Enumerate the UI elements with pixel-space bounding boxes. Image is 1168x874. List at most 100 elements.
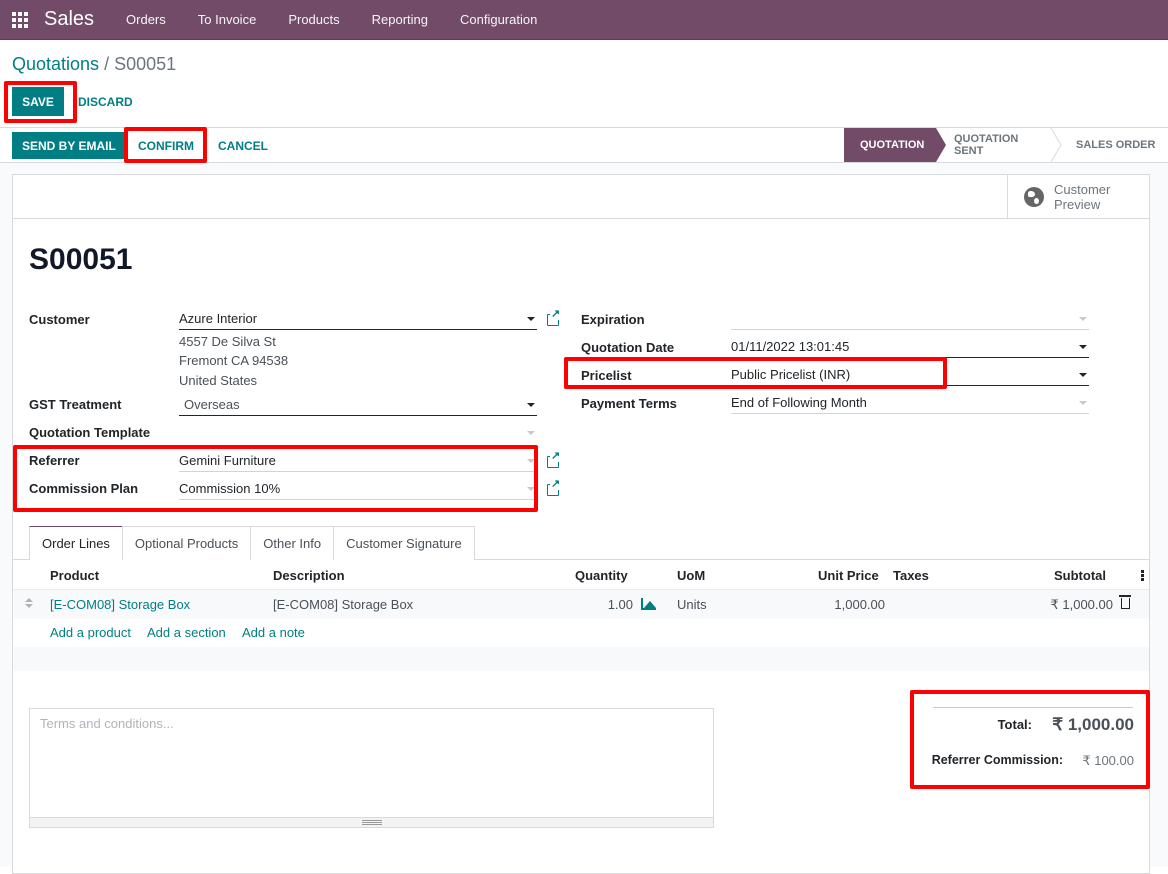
row-product[interactable]: [E-COM08] Storage Box — [50, 597, 190, 612]
customer-address-line2: Fremont CA 94538 — [179, 353, 289, 368]
referrer-value: Gemini Furniture — [179, 453, 276, 468]
customer-preview-line2: Preview — [1054, 196, 1101, 212]
gst-treatment-value: Overseas — [184, 397, 240, 412]
menu-reporting[interactable]: Reporting — [356, 12, 444, 27]
chevron-down-icon[interactable] — [527, 431, 535, 435]
chevron-down-icon[interactable] — [1079, 373, 1087, 377]
pricelist-label: Pricelist — [581, 368, 632, 383]
chevron-down-icon[interactable] — [1079, 317, 1087, 321]
col-product[interactable]: Product — [50, 568, 99, 583]
customer-label: Customer — [29, 312, 90, 327]
menu-products[interactable]: Products — [272, 12, 355, 27]
stage-sales-order-label: SALES ORDER — [1076, 139, 1156, 151]
terms-and-conditions-input[interactable]: Terms and conditions... — [29, 708, 714, 828]
chevron-down-icon[interactable] — [1079, 345, 1087, 349]
chevron-down-icon[interactable] — [527, 317, 535, 321]
menu-to-invoice[interactable]: To Invoice — [182, 12, 273, 27]
customer-field[interactable]: Azure Interior — [179, 308, 537, 330]
customer-preview-button[interactable]: Customer Preview — [1007, 175, 1149, 218]
payment-terms-label: Payment Terms — [581, 396, 677, 411]
stage-quotation-sent-label: QUOTATION SENT — [954, 133, 1019, 157]
customer-preview-line1: Customer — [1054, 181, 1111, 197]
tab-optional-products[interactable]: Optional Products — [121, 526, 252, 560]
external-link-icon[interactable] — [547, 451, 561, 468]
forecast-chart-icon[interactable] — [641, 598, 656, 610]
tab-other-info[interactable]: Other Info — [250, 526, 335, 560]
discard-button[interactable]: DISCARD — [70, 87, 141, 116]
totals-divider — [933, 707, 1133, 708]
col-taxes[interactable]: Taxes — [893, 568, 929, 583]
total-value: ₹ 1,000.00 — [1052, 715, 1134, 734]
form-sheet: Customer Preview S00051 Customer Azure I… — [12, 174, 1150, 874]
resize-handle[interactable] — [30, 817, 713, 827]
add-note-link[interactable]: Add a note — [242, 625, 305, 640]
row-subtotal: ₹ 1,000.00 — [1050, 597, 1114, 612]
stage-quotation[interactable]: QUOTATION — [844, 128, 946, 162]
external-link-icon[interactable] — [547, 479, 561, 496]
row-unit-price[interactable]: 1,000.00 — [834, 597, 885, 612]
gst-treatment-select[interactable]: Overseas — [179, 394, 537, 416]
apps-menu-icon[interactable] — [0, 2, 40, 38]
referrer-commission-value: ₹ 100.00 — [1082, 753, 1134, 768]
menu-configuration[interactable]: Configuration — [444, 12, 553, 27]
referrer-label: Referrer — [29, 453, 80, 468]
quotation-date-label: Quotation Date — [581, 340, 675, 355]
total-label: Total: — [997, 717, 1032, 732]
quotation-template-field[interactable] — [179, 422, 537, 444]
trash-icon[interactable] — [1119, 595, 1131, 609]
referrer-field[interactable]: Gemini Furniture — [179, 450, 537, 472]
customer-address-line1: 4557 De Silva St — [179, 334, 276, 349]
confirm-button[interactable]: CONFIRM — [130, 132, 202, 159]
commission-plan-value: Commission 10% — [179, 481, 281, 496]
commission-plan-field[interactable]: Commission 10% — [179, 478, 537, 500]
record-title: S00051 — [29, 243, 133, 276]
status-bar: SEND BY EMAIL CONFIRM CANCEL QUOTATION Q… — [0, 127, 1168, 163]
add-section-link[interactable]: Add a section — [147, 625, 226, 640]
chevron-down-icon[interactable] — [527, 403, 535, 407]
stage-sales-order[interactable]: SALES ORDER — [1056, 128, 1168, 162]
expiration-field[interactable] — [731, 308, 1089, 330]
app-name[interactable]: Sales — [44, 8, 94, 31]
save-button[interactable]: SAVE — [12, 87, 64, 116]
menu-orders[interactable]: Orders — [110, 12, 182, 27]
top-navbar: Sales Orders To Invoice Products Reporti… — [0, 0, 1168, 40]
breadcrumb: Quotations / S00051 — [12, 54, 176, 75]
quotation-date-field[interactable]: 01/11/2022 13:01:45 — [731, 336, 1089, 358]
chevron-down-icon[interactable] — [1079, 401, 1087, 405]
col-unit-price[interactable]: Unit Price — [818, 568, 879, 583]
payment-terms-value: End of Following Month — [731, 395, 867, 410]
breadcrumb-current: S00051 — [114, 54, 177, 74]
stage-pipeline: QUOTATION QUOTATION SENT SALES ORDER — [844, 128, 1168, 162]
quotation-date-value: 01/11/2022 13:01:45 — [731, 339, 850, 354]
payment-terms-field[interactable]: End of Following Month — [731, 392, 1089, 414]
drag-handle-icon[interactable] — [25, 598, 33, 610]
commission-plan-label: Commission Plan — [29, 481, 139, 496]
external-link-icon[interactable] — [547, 309, 561, 326]
add-product-link[interactable]: Add a product — [50, 625, 131, 640]
tab-order-lines[interactable]: Order Lines — [29, 526, 123, 560]
chevron-down-icon[interactable] — [527, 459, 535, 463]
cancel-button[interactable]: CANCEL — [210, 132, 276, 159]
breadcrumb-separator: / — [99, 54, 115, 74]
expiration-label: Expiration — [581, 312, 645, 327]
stage-quotation-sent[interactable]: QUOTATION SENT — [936, 128, 1062, 162]
col-description[interactable]: Description — [273, 568, 345, 583]
notebook-tabs: Order Lines Optional Products Other Info… — [29, 526, 475, 560]
col-quantity[interactable]: Quantity — [575, 568, 628, 583]
optional-columns-icon[interactable] — [1141, 570, 1144, 582]
row-uom[interactable]: Units — [677, 597, 707, 612]
row-quantity[interactable]: 1.00 — [608, 597, 633, 612]
customer-value: Azure Interior — [179, 311, 258, 326]
breadcrumb-quotations[interactable]: Quotations — [12, 54, 99, 74]
col-subtotal[interactable]: Subtotal — [1054, 568, 1106, 583]
row-description[interactable]: [E-COM08] Storage Box — [273, 597, 413, 612]
chevron-down-icon[interactable] — [527, 487, 535, 491]
stage-quotation-label: QUOTATION — [860, 139, 925, 151]
pricelist-field[interactable]: Public Pricelist (INR) — [731, 364, 1089, 386]
col-uom[interactable]: UoM — [677, 568, 705, 583]
table-row[interactable]: [E-COM08] Storage Box [E-COM08] Storage … — [13, 590, 1149, 619]
smart-button-box: Customer Preview — [13, 175, 1149, 219]
send-by-email-button[interactable]: SEND BY EMAIL — [12, 132, 126, 159]
tab-customer-signature[interactable]: Customer Signature — [333, 526, 475, 560]
pricelist-value: Public Pricelist (INR) — [731, 367, 851, 382]
